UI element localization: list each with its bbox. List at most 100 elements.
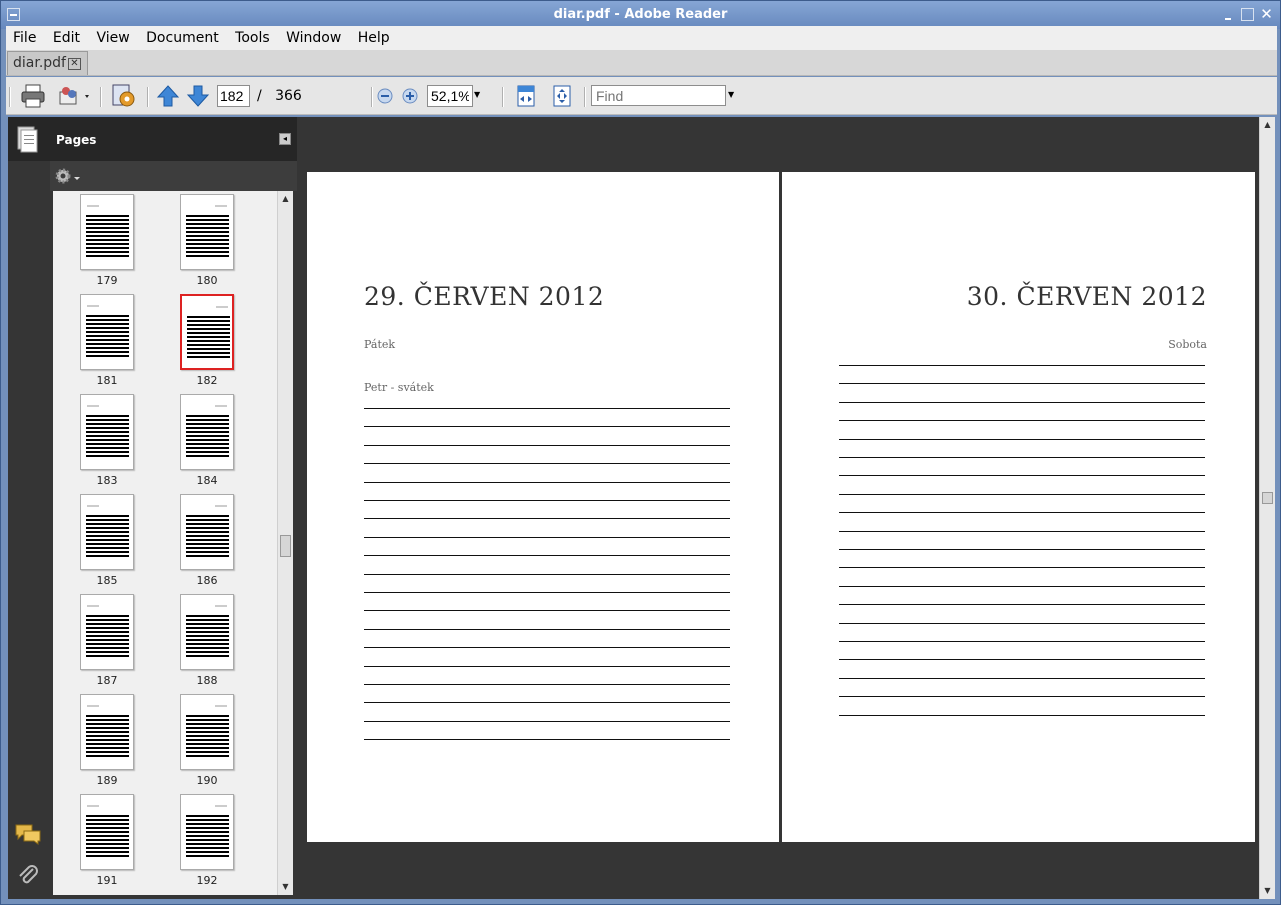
thumbnail-page-number: 192 (196, 874, 218, 887)
previous-page-button[interactable] (156, 84, 180, 112)
thumbnail-lines (187, 316, 230, 360)
page-thumbnail[interactable]: 184 (153, 394, 253, 494)
page-thumbnail[interactable]: 188 (153, 594, 253, 694)
thumbnail-image (80, 594, 134, 670)
ruled-line (839, 714, 1205, 716)
ruled-line (839, 549, 1205, 550)
next-page-button[interactable] (186, 84, 210, 112)
page-thumbnail[interactable]: 185 (53, 494, 153, 594)
scroll-down-arrow-icon[interactable]: ▼ (279, 880, 292, 893)
thumbnail-lines (86, 315, 129, 359)
thumbnail-page-number: 179 (96, 274, 118, 287)
toolbar-separator (371, 87, 373, 107)
maximize-button[interactable] (1241, 8, 1254, 21)
page-thumbnail[interactable]: 181 (53, 294, 153, 394)
scroll-thumb[interactable] (280, 535, 291, 557)
comments-button[interactable] (14, 823, 42, 849)
close-tab-icon[interactable]: ✕ (68, 58, 81, 70)
secure-button[interactable] (110, 82, 138, 114)
ruled-line (364, 518, 730, 520)
page-thumbnail[interactable]: 183 (53, 394, 153, 494)
thumbnail-page-number: 188 (196, 674, 218, 687)
page-thumbnail[interactable]: 180 (153, 194, 253, 294)
find-dropdown-icon[interactable]: ▼ (728, 90, 734, 99)
zoom-out-button[interactable] (376, 87, 394, 109)
fit-width-icon (517, 85, 535, 107)
thumbnail-heading (215, 505, 227, 507)
options-menu-button[interactable] (54, 167, 82, 189)
menu-edit[interactable]: Edit (47, 26, 86, 46)
thumbnail-image (180, 194, 234, 270)
close-window-button[interactable]: ✕ (1260, 7, 1273, 22)
page-thumbnail[interactable]: 182 (153, 294, 253, 394)
zoom-level-input[interactable] (427, 85, 473, 107)
zoom-out-icon (377, 88, 393, 104)
paperclip-icon (19, 865, 38, 884)
navigation-pane-icons (8, 117, 50, 899)
ruled-line (839, 457, 1205, 458)
fit-page-button[interactable] (551, 84, 573, 112)
ruled-line (364, 426, 730, 428)
scroll-thumb[interactable] (1262, 492, 1273, 504)
thumbnail-image (80, 194, 134, 270)
thumbnail-heading (215, 605, 227, 607)
ruled-line (839, 530, 1205, 532)
ruled-line (364, 481, 730, 483)
minimize-button[interactable] (1222, 8, 1235, 21)
menu-file[interactable]: File (6, 26, 42, 46)
comments-icon (15, 824, 41, 845)
scroll-down-arrow-icon[interactable]: ▼ (1261, 884, 1274, 897)
ruled-line (364, 720, 730, 722)
print-button[interactable] (20, 83, 46, 113)
thumbnail-page-number: 182 (196, 374, 218, 387)
right-page-day: Sobota (1168, 338, 1207, 351)
menu-view[interactable]: View (90, 26, 135, 46)
page-thumbnail[interactable]: 179 (53, 194, 153, 294)
share-dropdown-icon (59, 87, 89, 105)
page-thumbnail[interactable]: 186 (153, 494, 253, 594)
left-page-day: Pátek (364, 338, 396, 351)
attachments-button[interactable] (16, 863, 40, 891)
page-thumbnail[interactable]: 187 (53, 594, 153, 694)
document-scrollbar[interactable]: ▲ ▼ (1259, 117, 1275, 899)
page-thumbnail[interactable]: 190 (153, 694, 253, 794)
thumbnail-heading (87, 805, 99, 807)
menu-document[interactable]: Document (140, 26, 225, 46)
pages-nav-button[interactable] (8, 117, 50, 161)
thumbnail-heading (87, 205, 99, 207)
find-input[interactable] (591, 85, 726, 106)
scroll-up-arrow-icon[interactable]: ▲ (279, 192, 292, 205)
ruled-line (364, 592, 730, 593)
thumbnail-heading (216, 306, 228, 308)
collapse-panel-button[interactable]: ◂ (279, 133, 291, 145)
pages-icon (17, 126, 38, 153)
thumbnail-image (180, 494, 234, 570)
ruled-line (364, 573, 730, 575)
zoom-in-button[interactable] (401, 87, 419, 109)
thumbnail-image (80, 794, 134, 870)
pages-panel-header: Pages ◂ (50, 117, 297, 161)
fit-width-button[interactable] (515, 84, 537, 112)
page-thumbnail[interactable]: 189 (53, 694, 153, 794)
thumbnail-heading (215, 405, 227, 407)
zoom-dropdown-icon[interactable]: ▼ (474, 90, 480, 99)
menu-window[interactable]: Window (280, 26, 347, 46)
ruled-line (839, 604, 1205, 606)
page-thumbnail[interactable]: 192 (153, 794, 253, 894)
thumbnails-scrollbar[interactable]: ▲ ▼ (277, 191, 293, 895)
title-bar[interactable]: diar.pdf - Adobe Reader ✕ (1, 1, 1280, 29)
tab-diar-pdf[interactable]: diar.pdf ✕ (7, 51, 88, 75)
page-thumbnail[interactable]: 191 (53, 794, 153, 894)
menu-help[interactable]: Help (352, 26, 396, 46)
window-title: diar.pdf - Adobe Reader (553, 7, 728, 22)
collaborate-button[interactable] (56, 83, 92, 113)
ruled-line (364, 408, 730, 409)
thumbnail-lines (186, 615, 229, 659)
thumbnail-page-number: 185 (96, 574, 118, 587)
toolbar-separator (100, 87, 102, 107)
thumbnail-heading (215, 205, 227, 207)
scroll-up-arrow-icon[interactable]: ▲ (1261, 118, 1274, 131)
page-number-input[interactable] (217, 85, 250, 107)
ruled-line (839, 696, 1205, 698)
menu-tools[interactable]: Tools (229, 26, 276, 46)
